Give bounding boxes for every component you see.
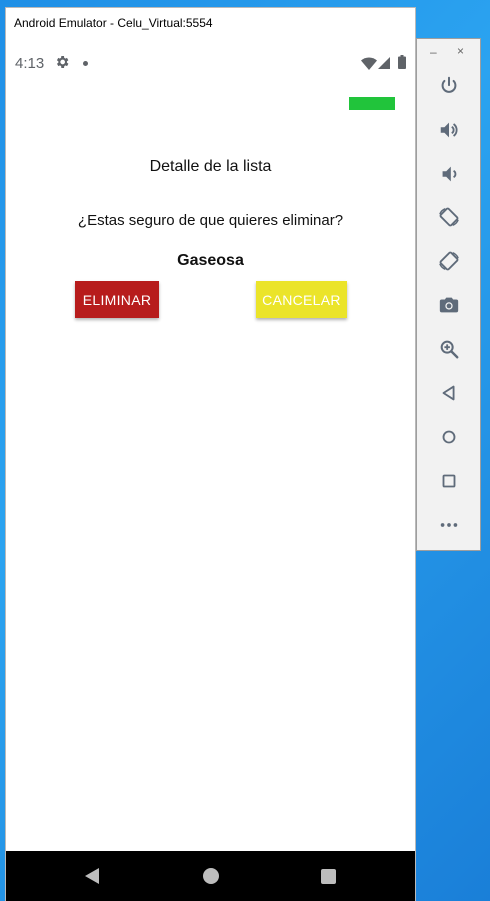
back-icon[interactable]: [438, 382, 460, 404]
close-button[interactable]: ×: [457, 44, 464, 58]
home-icon[interactable]: [438, 426, 460, 448]
home-icon[interactable]: [203, 868, 219, 884]
more-icon[interactable]: [438, 514, 460, 536]
power-icon[interactable]: [438, 75, 460, 97]
window-title-bar: Android Emulator - Celu_Virtual:5554: [6, 8, 415, 36]
emulator-toolbar: – ×: [416, 38, 481, 551]
minimize-button[interactable]: –: [430, 45, 437, 59]
battery-icon: [398, 55, 406, 69]
accent-bar: [349, 97, 395, 110]
navigation-bar: [6, 851, 415, 901]
zoom-icon[interactable]: [438, 338, 460, 360]
item-name: Gaseosa: [177, 252, 244, 269]
window-title: Android Emulator - Celu_Virtual:5554: [14, 16, 213, 30]
phone-screen: 4:13 Detalle de la lista ¿Estas seguro d…: [6, 36, 415, 901]
wifi-icon: [361, 57, 377, 70]
overview-icon[interactable]: [438, 470, 460, 492]
delete-button[interactable]: ELIMINAR: [75, 281, 159, 318]
emulator-window: Android Emulator - Celu_Virtual:5554 4:1…: [5, 7, 416, 901]
rotate-right-icon[interactable]: [438, 250, 460, 272]
status-bar: 4:13: [6, 36, 415, 74]
status-time: 4:13: [15, 55, 45, 72]
signal-icon: [378, 57, 390, 69]
recents-icon[interactable]: [321, 869, 336, 884]
notification-dot-icon: [83, 61, 88, 66]
gear-icon: [56, 56, 69, 68]
camera-icon[interactable]: [438, 294, 460, 316]
back-icon[interactable]: [85, 868, 99, 884]
volume-up-icon[interactable]: [438, 119, 460, 141]
rotate-left-icon[interactable]: [438, 206, 460, 228]
cancel-button[interactable]: CANCELAR: [256, 281, 347, 318]
confirm-question: ¿Estas seguro de que quieres eliminar?: [77, 212, 344, 229]
volume-down-icon[interactable]: [438, 163, 460, 185]
page-title: Detalle de la lista: [149, 158, 272, 175]
